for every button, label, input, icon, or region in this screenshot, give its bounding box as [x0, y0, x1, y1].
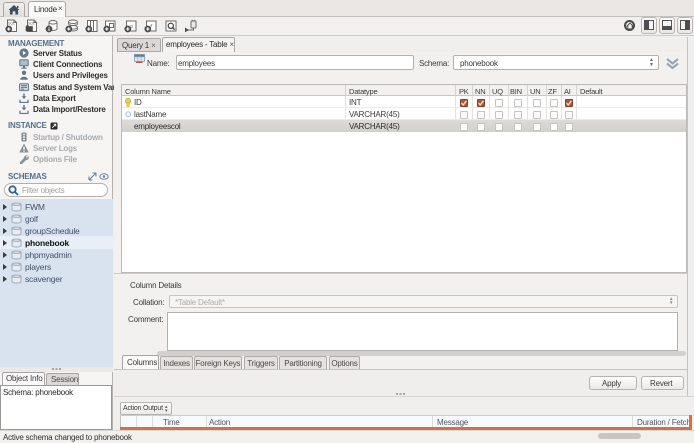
svg-text:SQL: SQL	[8, 21, 15, 25]
svg-text:SQL: SQL	[28, 21, 35, 25]
